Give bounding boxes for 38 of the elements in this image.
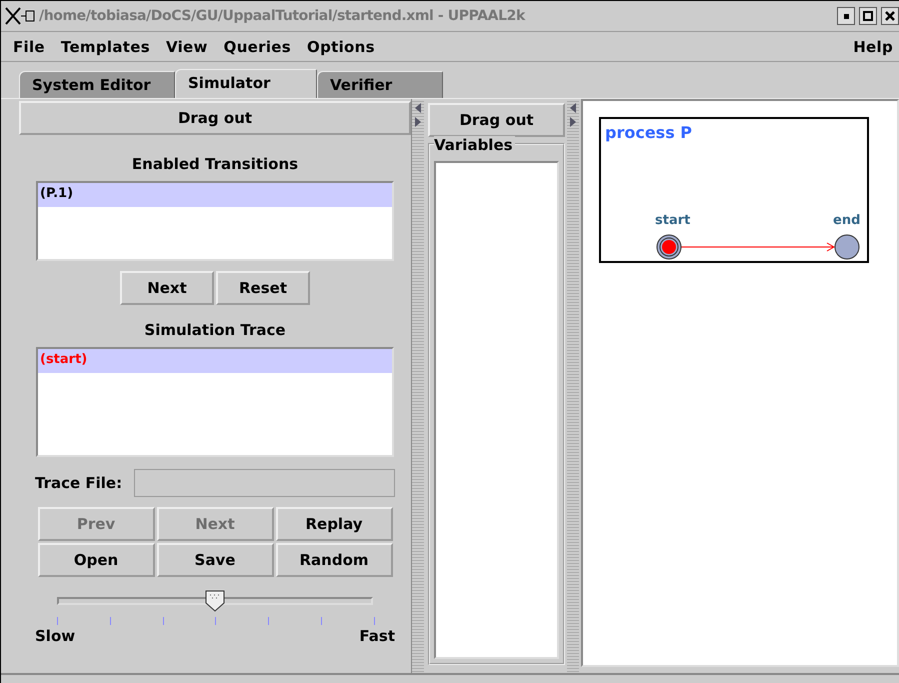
window-title: /home/tobiasa/DoCS/GU/UppaalTutorial/startend.xml - UPPAAL2k — [39, 8, 526, 24]
maximize-button[interactable] — [859, 7, 877, 25]
section-heading: Simulation Trace — [144, 321, 286, 339]
trace-file-label: Trace File: — [35, 474, 122, 492]
slider-thumb[interactable] — [205, 590, 225, 612]
drag-out-button[interactable]: Drag out — [19, 101, 411, 135]
menu-item[interactable]: Queries — [224, 38, 292, 56]
location-node[interactable] — [656, 234, 682, 260]
location-node[interactable] — [834, 234, 860, 260]
trace-button[interactable]: Open — [38, 543, 154, 577]
drag-out-button[interactable]: Drag out — [428, 103, 565, 137]
close-button[interactable] — [881, 7, 899, 25]
tab[interactable]: System Editor — [19, 71, 175, 98]
tab[interactable]: Verifier — [317, 71, 443, 98]
trace-button[interactable]: Random — [276, 543, 392, 577]
trace-button[interactable]: Save — [156, 543, 274, 577]
menu-item[interactable]: File — [13, 38, 45, 56]
splitter-handle[interactable] — [412, 99, 424, 673]
menu-item[interactable]: Help — [853, 38, 893, 56]
menu-item[interactable]: Options — [307, 38, 375, 56]
next-button[interactable]: Next — [120, 271, 214, 305]
process-title: process P — [605, 123, 692, 142]
tab[interactable]: Simulator — [175, 69, 317, 98]
splitter-handle[interactable] — [567, 99, 579, 673]
fast-label: Fast — [359, 627, 395, 645]
menu-item[interactable]: Templates — [60, 38, 150, 56]
minimize-button[interactable] — [837, 7, 855, 25]
location-name: start — [655, 213, 690, 228]
trace-file-field[interactable] — [134, 469, 395, 497]
close-icon — [885, 11, 895, 21]
section-heading: Enabled Transitions — [132, 155, 298, 173]
menu-item[interactable]: View — [166, 38, 208, 56]
slow-label: Slow — [35, 627, 76, 645]
list-item[interactable]: (P.1) — [38, 183, 392, 207]
window-menu-icon[interactable] — [5, 7, 35, 25]
location-name: end — [833, 213, 860, 228]
trace-button[interactable]: Replay — [276, 507, 392, 541]
reset-button[interactable]: Reset — [216, 271, 310, 305]
